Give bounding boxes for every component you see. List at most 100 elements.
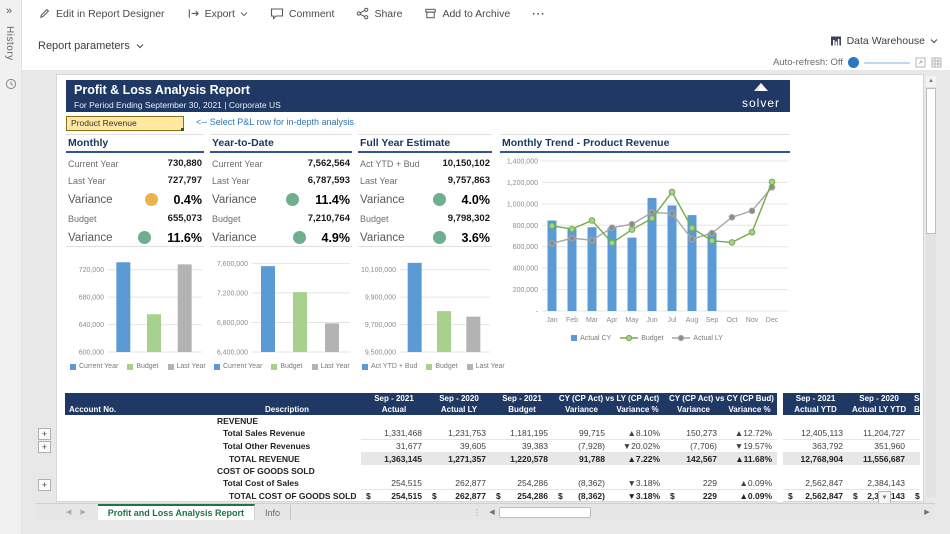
legend-label: Actual LY	[693, 335, 722, 342]
kpi-panel-2: Full Year EstimateAct YTD + Bud10,150,10…	[358, 134, 492, 248]
outline-expand-button[interactable]: +	[38, 441, 51, 453]
sheet-tab-report[interactable]: Profit and Loss Analysis Report	[98, 504, 255, 520]
history-rail[interactable]: » History	[0, 0, 22, 534]
auto-refresh-slider-track[interactable]	[864, 62, 910, 64]
table-body: REVENUETotal Sales Revenue1,331,4681,231…	[65, 415, 920, 502]
toolbar-label: Comment	[289, 8, 335, 20]
grid-icon[interactable]	[931, 57, 942, 68]
more-options-button[interactable]: ···	[532, 8, 546, 20]
svg-text:9,900,000: 9,900,000	[365, 295, 396, 302]
outline-expand-button[interactable]: +	[38, 428, 51, 440]
cell-value	[491, 465, 553, 477]
legend-swatch	[467, 364, 473, 370]
legend-label: Current Year	[223, 363, 262, 370]
currency-symbol: $	[558, 490, 563, 502]
auto-refresh-label: Auto-refresh: Off	[773, 57, 843, 68]
report-parameters-label: Report parameters	[38, 40, 130, 52]
cell-value: ▼3.18%	[610, 477, 665, 490]
mini-chart-2: 10,100,0009,900,0009,700,0009,500,000Act…	[358, 246, 492, 370]
cell-value: 1,181,195	[491, 427, 553, 440]
svg-text:1,000,000: 1,000,000	[507, 201, 538, 208]
cell-value: $2,562,847	[783, 490, 848, 503]
column-header: Actual YTD	[783, 404, 848, 415]
svg-text:10,100,000: 10,100,000	[361, 267, 396, 274]
kpi-value: 9,798,302	[448, 213, 490, 224]
svg-text:Jan: Jan	[546, 317, 557, 324]
share-button[interactable]: Share	[356, 7, 402, 20]
legend-item: Last Year	[467, 363, 505, 370]
cell-value	[610, 465, 665, 477]
kpi-row: Budget9,798,302	[358, 210, 492, 227]
legend-label: Budget	[136, 363, 158, 370]
svg-text:7,200,000: 7,200,000	[217, 290, 248, 297]
cell-value	[910, 453, 920, 466]
horizontal-scrollbar[interactable]: ⋮ ◀ ▶	[473, 504, 935, 520]
tab-prev-arrow[interactable]: ◀	[66, 508, 71, 516]
currency-symbol: $	[915, 490, 920, 502]
kpi-row: Current Year7,562,564	[210, 155, 352, 172]
column-header: Variance %	[722, 404, 777, 415]
cell-description: Total Sales Revenue	[213, 427, 361, 440]
data-warehouse-dropdown[interactable]: Data Warehouse	[830, 35, 938, 47]
chart-legend: Current Year Budget Last Year	[210, 363, 352, 370]
table-row[interactable]: Total Sales Revenue1,331,4681,231,7531,1…	[65, 427, 920, 440]
cell-value: 1,231,753	[427, 427, 491, 440]
clock-icon[interactable]	[5, 78, 17, 90]
scroll-right-arrow[interactable]: ▶	[921, 508, 933, 516]
splitter-handle[interactable]: ⋮	[473, 508, 481, 517]
kpi-label: Variance	[68, 194, 145, 206]
collapse-panel-icon[interactable]: »	[6, 5, 12, 17]
table-row[interactable]: REVENUE	[65, 415, 920, 427]
data-warehouse-icon	[830, 35, 842, 47]
kpi-row: Variance4.0%	[358, 189, 492, 210]
vertical-scrollbar-thumb[interactable]	[926, 88, 936, 234]
table-row[interactable]: Total Cost of Sales254,515262,877254,286…	[65, 477, 920, 490]
column-header-group: CY (CP Act) vs CY (CP Bud)	[665, 393, 777, 404]
tab-next-arrow[interactable]: ▶	[80, 508, 85, 516]
currency-symbol: $	[432, 490, 437, 502]
table-row[interactable]: Total Other Revenues31,67739,60539,383(7…	[65, 440, 920, 453]
table-row[interactable]: TOTAL REVENUE1,363,1451,271,3571,220,578…	[65, 453, 920, 466]
auto-refresh-slider-handle[interactable]	[848, 57, 859, 68]
sheet-tab-info[interactable]: Info	[255, 504, 291, 520]
cell-value: 1,331,468	[361, 427, 427, 440]
export-button[interactable]: Export	[187, 7, 248, 20]
export-icon	[187, 7, 200, 20]
chevron-down-icon	[930, 38, 938, 44]
comment-button[interactable]: Comment	[270, 7, 335, 20]
horizontal-scrollbar-track[interactable]	[592, 507, 920, 518]
table-header: Account No.DescriptionSep - 2021Sep - 20…	[65, 393, 920, 415]
svg-text:680,000: 680,000	[79, 295, 104, 302]
table-row[interactable]: COST OF GOODS SOLD	[65, 465, 920, 477]
report-title: Profit & Loss Analysis Report	[74, 83, 782, 97]
add-to-archive-button[interactable]: Add to Archive	[424, 7, 510, 20]
legend-item: Current Year	[70, 363, 118, 370]
outline-expand-button[interactable]: +	[38, 479, 51, 491]
table-row[interactable]: TOTAL COST OF GOODS SOLD$254,515$262,877…	[65, 490, 920, 503]
column-header-group: Sep - 2021	[783, 393, 848, 404]
scroll-left-arrow[interactable]: ◀	[486, 508, 498, 516]
svg-text:Jun: Jun	[646, 317, 657, 324]
edit-in-report-designer-button[interactable]: Edit in Report Designer	[38, 7, 165, 20]
mini-chart-svg: 10,100,0009,900,0009,700,0009,500,000	[358, 250, 492, 356]
pl-table-wrap: Account No.DescriptionSep - 2021Sep - 20…	[65, 393, 921, 502]
cell-value: 254,515	[361, 477, 427, 490]
legend-item: Last Year	[312, 363, 350, 370]
horizontal-scrollbar-thumb[interactable]	[499, 507, 591, 518]
kpi-value: 11.6%	[167, 231, 202, 245]
legend-label: Last Year	[177, 363, 206, 370]
report-parameters-dropdown[interactable]: Report parameters	[38, 40, 144, 52]
kpi-value: 3.6%	[462, 231, 491, 245]
pl-row-selector-input[interactable]: Product Revenue	[66, 116, 184, 131]
vertical-scrollbar[interactable]: ▲	[926, 76, 936, 497]
svg-text:May: May	[625, 317, 639, 324]
mini-chart-0: 720,000680,000640,000600,000Current Year…	[66, 246, 204, 370]
expand-icon[interactable]	[915, 57, 926, 68]
solver-logo: solver	[742, 81, 780, 109]
legend-label: Budget	[280, 363, 302, 370]
scroll-up-arrow[interactable]: ▲	[926, 76, 936, 87]
cell-value: 229	[665, 477, 722, 490]
cell-value: $	[910, 490, 920, 503]
cell-description: Total Cost of Sales	[213, 477, 361, 490]
column-header: Variance	[553, 404, 610, 415]
